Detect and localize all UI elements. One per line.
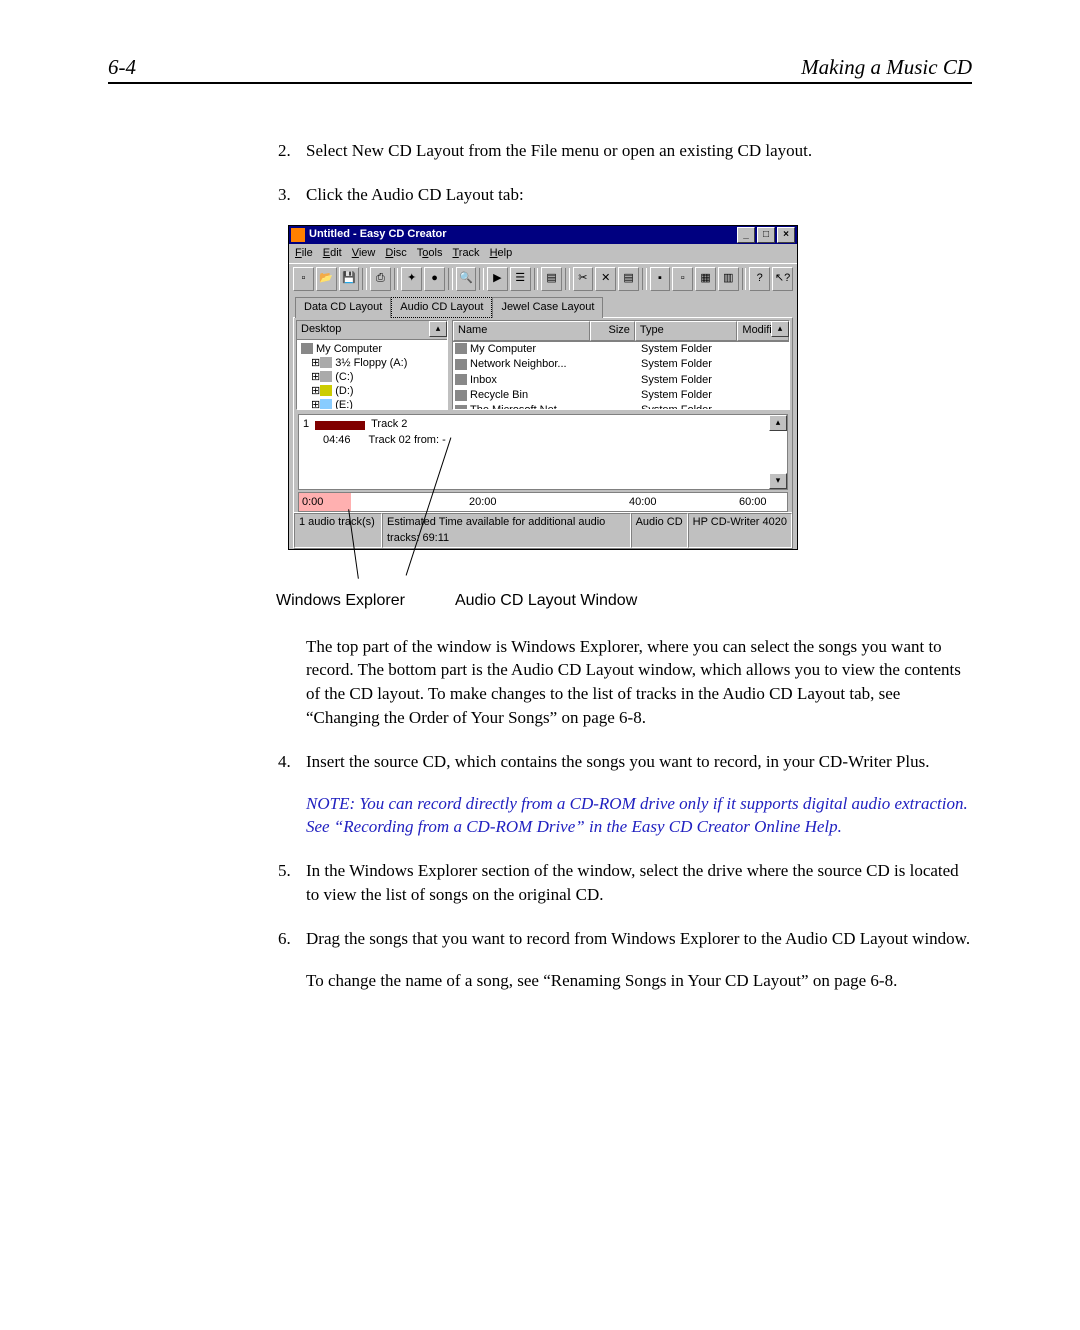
- col-name[interactable]: Name: [453, 321, 590, 340]
- step-4-note: NOTE: You can record directly from a CD-…: [306, 792, 972, 840]
- callout-audio-layout: Audio CD Layout Window: [455, 590, 637, 612]
- tree-scroll-up[interactable]: ▴: [429, 321, 447, 337]
- tab-audio-cd[interactable]: Audio CD Layout: [391, 297, 492, 318]
- tb-whats[interactable]: ↖?: [772, 267, 793, 291]
- tb-save[interactable]: 💾: [339, 267, 360, 291]
- list-pane[interactable]: Name Size Type Modified My ComputerSyste…: [452, 320, 790, 410]
- track-name[interactable]: Track 2: [371, 417, 407, 432]
- callout-explorer: Windows Explorer: [276, 590, 405, 612]
- menu-bar[interactable]: File Edit View Disc Tools Track Help: [289, 244, 797, 263]
- tree-d[interactable]: (D:): [335, 385, 353, 397]
- tb-record[interactable]: ●: [424, 267, 445, 291]
- step-3-body: The top part of the window is Windows Ex…: [306, 635, 972, 730]
- tb-cut[interactable]: ✂: [573, 267, 594, 291]
- tree-mycomputer[interactable]: My Computer: [316, 343, 382, 355]
- chapter-title: Making a Music CD: [801, 55, 972, 80]
- close-button[interactable]: ×: [777, 227, 795, 243]
- track-duration: 04:46: [323, 433, 351, 448]
- ruler-tick: 40:00: [629, 495, 657, 510]
- list-item[interactable]: Inbox: [470, 374, 497, 386]
- tab-jewel[interactable]: Jewel Case Layout: [492, 297, 603, 318]
- page-number: 6-4: [108, 55, 136, 80]
- maximize-button[interactable]: □: [757, 227, 775, 243]
- tb-wizard[interactable]: ✦: [401, 267, 422, 291]
- list-item[interactable]: Network Neighbor...: [470, 358, 567, 370]
- app-icon: [291, 228, 305, 242]
- list-item[interactable]: My Computer: [470, 343, 536, 355]
- status-bar: 1 audio track(s) Estimated Time availabl…: [294, 512, 792, 548]
- track-list-pane[interactable]: 1 Track 2 04:46 Track 02 from: - ▴: [298, 414, 788, 490]
- tree-header: Desktop: [297, 321, 447, 339]
- menu-track[interactable]: Track: [452, 246, 479, 261]
- callout-lines: [288, 554, 798, 588]
- status-disc: Audio CD: [631, 513, 688, 548]
- track-source: Track 02 from: -: [369, 433, 446, 448]
- step-3-intro: Click the Audio CD Layout tab:: [306, 183, 972, 207]
- menu-disc[interactable]: Disc: [385, 246, 406, 261]
- tb-edit[interactable]: ☰: [510, 267, 531, 291]
- list-scroll-up[interactable]: ▴: [771, 321, 789, 337]
- track-number: 1: [303, 417, 309, 432]
- tb-v1[interactable]: ▪: [650, 267, 671, 291]
- menu-edit[interactable]: Edit: [323, 246, 342, 261]
- app-screenshot: Untitled - Easy CD Creator _ □ × File Ed…: [288, 225, 798, 551]
- tb-v2[interactable]: ▫: [672, 267, 693, 291]
- tb-new[interactable]: ▫: [293, 267, 314, 291]
- tb-open[interactable]: 📂: [316, 267, 337, 291]
- step-5: In the Windows Explorer section of the w…: [306, 859, 972, 907]
- tree-pane[interactable]: Desktop My Computer ⊞3½ Floppy (A:) ⊞(C:…: [296, 320, 448, 410]
- toolbar: ▫ 📂 💾 ⎙ ✦ ● 🔍 ▶ ☰: [289, 263, 797, 294]
- tb-v3[interactable]: ▦: [695, 267, 716, 291]
- track-bar[interactable]: [315, 421, 365, 430]
- track-scroll-up[interactable]: ▴: [769, 415, 787, 431]
- ruler-tick: 0:00: [302, 495, 323, 510]
- step-2: Select New CD Layout from the File menu …: [306, 139, 972, 163]
- tree-e[interactable]: (E:): [335, 399, 353, 411]
- list-item[interactable]: Recycle Bin: [470, 389, 528, 401]
- step-4: Insert the source CD, which contains the…: [306, 750, 972, 774]
- step-6a: Drag the songs that you want to record f…: [306, 927, 972, 951]
- tb-print[interactable]: ⎙: [370, 267, 391, 291]
- ruler-tick: 60:00: [739, 495, 767, 510]
- track-scroll-down[interactable]: ▾: [769, 473, 787, 489]
- tree-floppy[interactable]: 3½ Floppy (A:): [335, 357, 407, 369]
- tb-prop[interactable]: ▤: [541, 267, 562, 291]
- window-title: Untitled - Easy CD Creator: [309, 227, 447, 242]
- tree-c[interactable]: (C:): [335, 371, 353, 383]
- ruler-tick: 20:00: [469, 495, 497, 510]
- menu-view[interactable]: View: [352, 246, 376, 261]
- header-rule: [108, 82, 972, 84]
- tab-data-cd[interactable]: Data CD Layout: [295, 297, 391, 318]
- tb-help[interactable]: ?: [749, 267, 770, 291]
- menu-tools[interactable]: Tools: [417, 246, 443, 261]
- status-device: HP CD-Writer 4020: [688, 513, 792, 548]
- tb-del[interactable]: ✕: [595, 267, 616, 291]
- menu-file[interactable]: File: [295, 246, 313, 261]
- menu-help[interactable]: Help: [490, 246, 513, 261]
- tb-prop2[interactable]: ▤: [618, 267, 639, 291]
- col-size[interactable]: Size: [590, 321, 635, 340]
- status-tracks: 1 audio track(s): [294, 513, 382, 548]
- col-type[interactable]: Type: [635, 321, 738, 340]
- minimize-button[interactable]: _: [737, 227, 755, 243]
- tb-find[interactable]: 🔍: [456, 267, 477, 291]
- tb-play[interactable]: ▶: [487, 267, 508, 291]
- time-ruler: 0:00 20:00 40:00 60:00: [298, 492, 788, 512]
- tb-v4[interactable]: ▥: [718, 267, 739, 291]
- list-item[interactable]: The Microsoft Net: [470, 404, 557, 410]
- step-6b: To change the name of a song, see “Renam…: [306, 969, 972, 993]
